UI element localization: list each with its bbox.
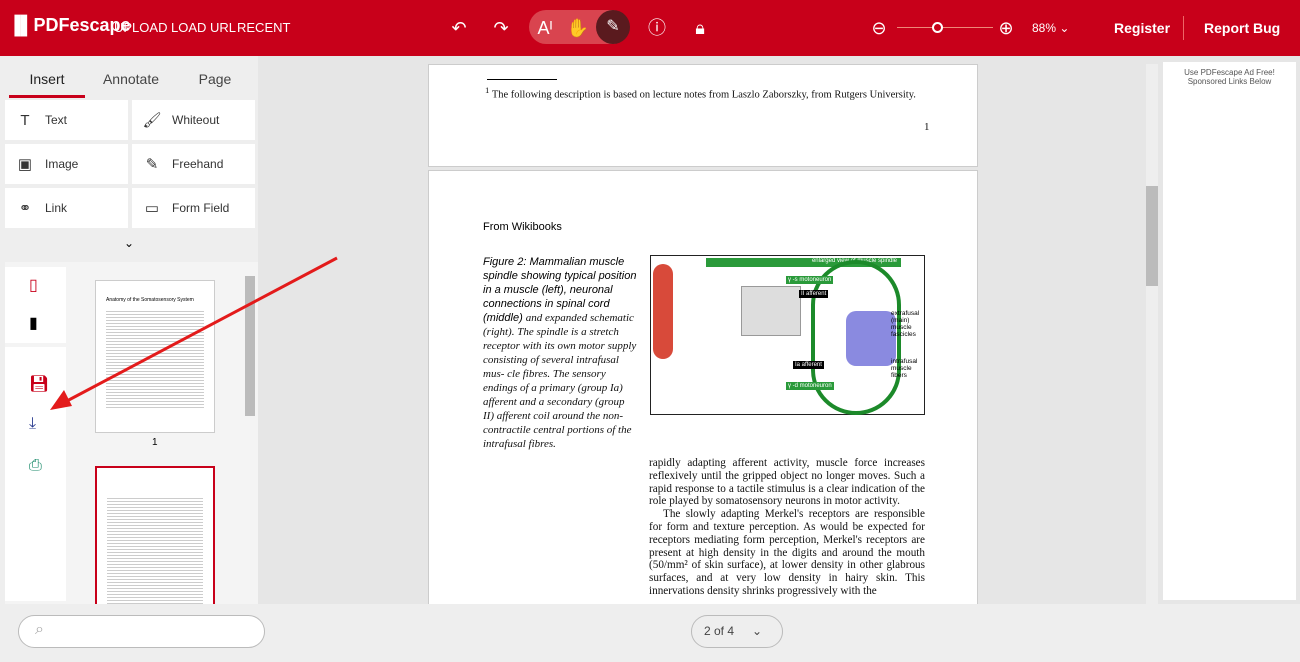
sidebar-icon: ▯ [29,277,38,294]
figure-image[interactable]: enlarged view of muscle spindle γ -s mot… [650,255,925,415]
page-thumbnail-1[interactable]: Anatomy of the Somatosensory System [95,280,215,433]
chevron-down-icon: ⌄ [752,624,763,638]
freehand-tool[interactable]: ✎ Freehand [132,144,255,184]
image-icon: ▣ [17,156,33,173]
pencil-icon[interactable]: ✎ [596,10,630,44]
logo[interactable]: ▐▌PDFescape [8,15,131,36]
image-tool[interactable]: ▣ Image [5,144,128,184]
pdf-page-2: From Wikibooks Figure 2: Mammalian muscl… [428,170,978,610]
left-panel: Insert Annotate Page T Text 🖌︎ Whiteout ▣ I… [0,56,258,606]
actions-column: 💾︎ ⤓ ⎙ [5,347,66,601]
whiteout-tool[interactable]: 🖌︎ Whiteout [132,100,255,140]
footnote: 1 The following description is based on … [485,85,916,101]
register-button[interactable]: Register [1114,20,1170,36]
chevron-down-icon[interactable]: ⌄ [124,236,134,250]
download-icon[interactable]: ⤓ [29,415,36,433]
info-icon[interactable]: ⓘ [645,16,669,40]
freehand-icon: ✎ [145,156,159,173]
muscle-drawing [653,264,673,359]
tab-insert[interactable]: Insert [9,62,85,98]
bottom-bar: ⌕ 2 of 4 ⌄ [0,604,1300,662]
text-icon: T [20,111,30,129]
thumbnail-text [107,496,203,604]
zoom-level[interactable]: 88% ⌄ [1032,21,1069,35]
zoom-in-icon[interactable]: ⊕ [994,16,1018,40]
tab-page[interactable]: Page [177,62,253,98]
divider [1183,16,1184,40]
spinal-cord-drawing [741,286,801,336]
page-selector[interactable]: 2 of 4 ⌄ [691,615,783,648]
sidebar-toggle[interactable]: ▯ [5,267,66,303]
zoom-slider-handle[interactable] [932,22,943,33]
document-scrollbar[interactable] [1146,64,1158,604]
load-url-link[interactable]: LOAD URL [171,20,236,35]
hand-icon[interactable]: ✋ [566,16,590,40]
lock-icon[interactable]: 🔒︎ [688,16,712,40]
page-number: 1 [924,121,930,133]
tab-annotate[interactable]: Annotate [93,62,169,98]
search-icon: ⌕ [35,621,44,638]
thumbnail-label: 1 [152,437,158,448]
page-thumbnail-2[interactable] [95,466,215,606]
bookmark-icon: ▮ [29,315,38,332]
text-select-icon[interactable]: Aᴵ [533,16,557,40]
top-toolbar: ▐▌PDFescape UPLOAD LOAD URL RECENT ↶ ↷ A… [0,0,1300,56]
zoom-slider[interactable] [897,27,993,28]
ad-panel: Use PDFescape Ad Free! Sponsored Links Be… [1163,62,1296,600]
recent-link[interactable]: RECENT [237,20,290,35]
pdf-page-1: 1 The following description is based on … [428,64,978,167]
save-icon[interactable]: 💾︎ [29,374,49,394]
form-field-icon: ▭ [144,200,160,217]
form-field-tool[interactable]: ▭ Form Field [132,188,255,228]
footnote-rule [487,79,557,80]
zoom-out-icon[interactable]: ⊖ [867,16,891,40]
search-input[interactable]: ⌕ [18,615,265,648]
source-text: From Wikibooks [483,221,562,233]
text-tool[interactable]: T Text [5,100,128,140]
link-icon: ⚭ [18,200,32,217]
undo-icon[interactable]: ↶ [447,16,471,40]
upload-link[interactable]: UPLOAD [114,20,167,35]
spindle-drawing [846,311,896,366]
body-text: rapidly adapting afferent activity, musc… [649,457,925,597]
report-bug-button[interactable]: Report Bug [1204,20,1280,36]
print-icon[interactable]: ⎙ [29,457,42,475]
bookmark-button[interactable]: ▮ [5,303,66,343]
redo-icon[interactable]: ↷ [489,16,513,40]
thumbnail-scrollbar[interactable] [245,276,255,416]
logo-icon: ▐▌ [8,15,34,35]
link-tool[interactable]: ⚭ Link [5,188,128,228]
thumbnail-text [106,309,204,409]
whiteout-icon: 🖌︎ [142,112,162,129]
figure-caption: Figure 2: Mammalian muscle spindle showi… [483,256,637,450]
